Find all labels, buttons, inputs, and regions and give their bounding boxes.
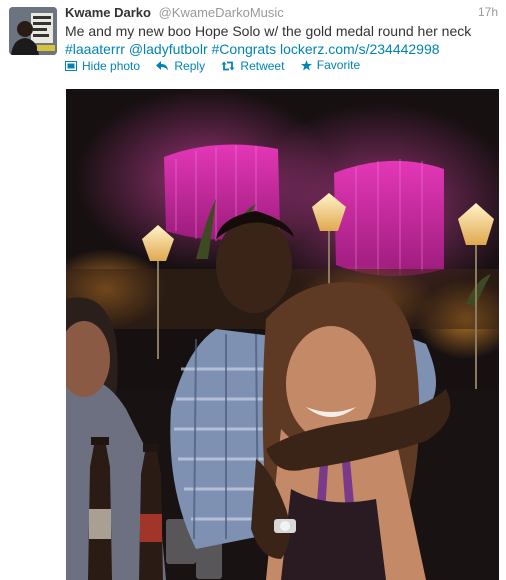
reply-label: Reply: [174, 58, 206, 73]
tweet-text-plain: Me and my new boo Hope Solo w/ the gold …: [65, 23, 472, 39]
favorite-icon: [300, 59, 312, 71]
favorite-button[interactable]: Favorite: [300, 58, 361, 72]
tweet-actions: Hide photo Reply Retweet Favorite: [65, 58, 373, 76]
hide-photo-button[interactable]: Hide photo: [65, 59, 140, 73]
retweet-label: Retweet: [240, 58, 285, 73]
avatar[interactable]: [9, 7, 57, 55]
photo-icon: [65, 60, 77, 71]
user-name[interactable]: Kwame Darko: [65, 5, 151, 20]
tweet-photo[interactable]: [66, 89, 499, 580]
user-handle[interactable]: @KwameDarkoMusic: [159, 5, 284, 20]
tweet-url[interactable]: lockerz.com/s/234442998: [280, 41, 440, 57]
hashtag-laaaterrr[interactable]: #laaaterrr: [65, 41, 125, 57]
tweet-text: Me and my new boo Hope Solo w/ the gold …: [65, 22, 495, 58]
favorite-label: Favorite: [316, 58, 361, 72]
mention-ladyfutbolr[interactable]: @ladyfutbolr: [129, 41, 208, 57]
tweet: Kwame Darko @KwameDarkoMusic 17h Me and …: [0, 0, 506, 580]
retweet-button[interactable]: Retweet: [221, 59, 284, 73]
hashtag-congrats[interactable]: #Congrats: [212, 41, 277, 57]
hide-photo-label: Hide photo: [82, 58, 141, 73]
retweet-icon: [221, 61, 235, 70]
reply-icon: [156, 60, 169, 70]
tweet-header: Kwame Darko @KwameDarkoMusic 17h: [65, 5, 498, 23]
timestamp[interactable]: 17h: [478, 5, 498, 19]
reply-button[interactable]: Reply: [156, 59, 205, 73]
